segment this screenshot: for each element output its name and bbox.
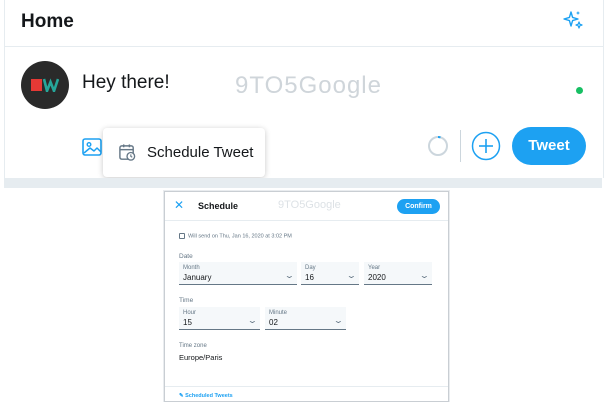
scheduled-tweets-link[interactable]: ✎ Scheduled Tweets (179, 393, 233, 399)
chevron-down-icon: ⌄ (333, 316, 345, 325)
send-info-text: Will send on Thu, Jan 16, 2020 at 3:02 P… (188, 233, 292, 240)
image-icon[interactable] (81, 136, 103, 158)
send-info: Will send on Thu, Jan 16, 2020 at 3:02 P… (179, 233, 292, 239)
month-label: Month (183, 265, 200, 271)
month-select[interactable]: Month January ⌄ (179, 262, 297, 285)
brand-logo (31, 78, 59, 92)
chevron-down-icon: ⌄ (247, 316, 259, 325)
year-select[interactable]: Year 2020 ⌄ (364, 262, 432, 285)
tweet-compose-input[interactable]: Hey there! (82, 72, 170, 94)
sparkle-icon[interactable] (561, 9, 585, 33)
confirm-button[interactable]: Confirm (397, 199, 440, 214)
scheduled-tweets-label: Scheduled Tweets (185, 393, 233, 399)
day-label: Day (305, 265, 316, 271)
calendar-icon (179, 233, 185, 239)
time-section-label: Time (179, 297, 194, 304)
watermark: 9TO5Google (278, 199, 341, 211)
minute-select[interactable]: Minute 02 ⌄ (265, 307, 346, 330)
schedule-tweet-menu-item[interactable]: Schedule Tweet (103, 128, 265, 177)
year-label: Year (368, 265, 381, 271)
dialog-footer-divider (165, 386, 448, 387)
calendar-clock-icon (119, 144, 136, 161)
timezone-label: Time zone (179, 343, 207, 349)
day-value: 16 (305, 273, 314, 282)
month-value: January (183, 273, 212, 282)
year-value: 2020 (368, 273, 386, 282)
section-divider (4, 178, 602, 188)
dialog-title: Schedule (198, 201, 239, 211)
page-title: Home (21, 11, 74, 32)
dialog-header: ✕ Schedule 9TO5Google Confirm (165, 192, 448, 221)
date-section-label: Date (179, 253, 193, 260)
timezone-value: Europe/Paris (179, 353, 223, 362)
avatar[interactable] (21, 61, 69, 109)
chevron-down-icon: ⌄ (346, 271, 358, 280)
toolbar-divider (460, 130, 461, 162)
watermark: 9TO5Google (235, 72, 382, 99)
schedule-dialog-screenshot: ✕ Schedule 9TO5Google Confirm Will send … (164, 191, 449, 402)
day-select[interactable]: Day 16 ⌄ (301, 262, 359, 285)
add-tweet-button[interactable] (471, 131, 501, 161)
home-header: Home (5, 0, 603, 47)
pencil-icon: ✎ (179, 393, 184, 399)
chevron-down-icon: ⌄ (284, 271, 296, 280)
hour-select[interactable]: Hour 15 ⌄ (179, 307, 260, 330)
minute-value: 02 (269, 318, 278, 327)
minute-label: Minute (269, 310, 288, 316)
compose-panel: Home Hey there! 9TO5Google Schedule Twee… (4, 0, 604, 178)
close-icon[interactable]: ✕ (174, 199, 184, 211)
schedule-tweet-label: Schedule Tweet (147, 144, 254, 161)
chevron-down-icon: ⌄ (419, 271, 431, 280)
character-count-ring (428, 136, 448, 156)
tweet-button[interactable]: Tweet (512, 127, 586, 165)
hour-label: Hour (183, 310, 197, 316)
status-dot (576, 87, 583, 94)
hour-value: 15 (183, 318, 192, 327)
